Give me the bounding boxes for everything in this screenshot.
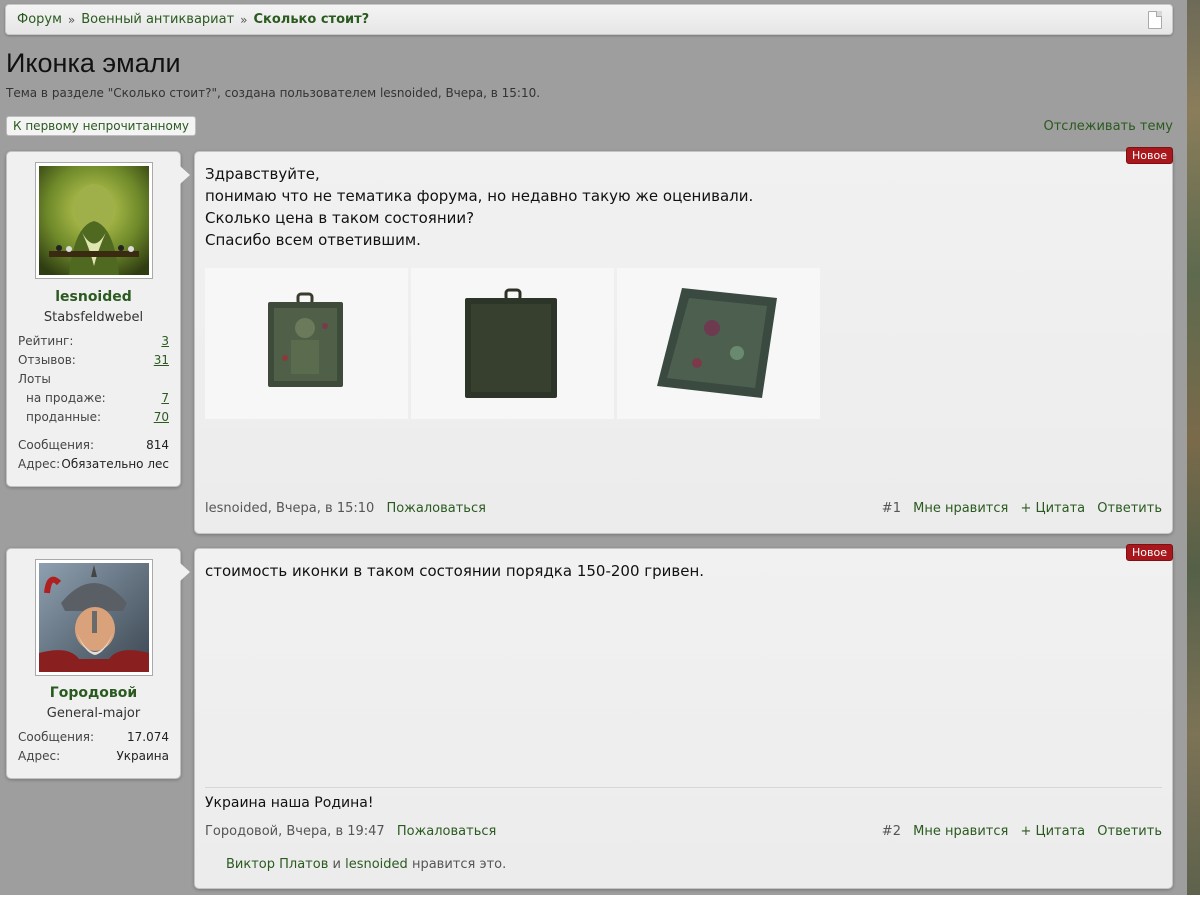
stat-label: Отзывов: — [18, 353, 76, 367]
attachment-thumbnail[interactable] — [617, 268, 820, 419]
new-badge: Новое — [1126, 147, 1173, 164]
report-link[interactable]: Пожаловаться — [386, 501, 486, 516]
likes-summary: Виктор Платов и lesnoided нравится это. — [226, 857, 506, 872]
stat-lots: Лоты — [18, 372, 169, 386]
stat-label: Сообщения: — [18, 730, 95, 744]
message-text: стоимость иконки в таком состоянии поряд… — [205, 560, 704, 582]
avatar[interactable] — [35, 559, 153, 676]
breadcrumb-separator: » — [240, 12, 248, 27]
likes-joiner: и — [332, 857, 341, 872]
stat-value[interactable]: 31 — [154, 353, 169, 367]
post-actions: #2 Мне нравится + Цитата Ответить — [874, 824, 1162, 839]
username[interactable]: lesnoided — [7, 289, 180, 305]
message-line: понимаю что не тематика форума, но недав… — [205, 187, 754, 205]
attachment-thumbnail[interactable] — [205, 268, 408, 419]
attachment-thumbnail[interactable] — [411, 268, 614, 419]
breadcrumb: Форум » Военный антиквариат » Сколько ст… — [5, 4, 1173, 35]
icon-photo-front — [205, 268, 408, 419]
report-link[interactable]: Пожаловаться — [397, 824, 497, 839]
first-unread-button[interactable]: К первому непрочитанному — [6, 116, 197, 136]
background-photo-edge — [1187, 0, 1200, 918]
quote-link[interactable]: + Цитата — [1020, 501, 1085, 516]
stat-label: Рейтинг: — [18, 334, 74, 348]
breadcrumb-forum[interactable]: Форум — [17, 12, 62, 27]
bottom-margin — [0, 895, 1200, 918]
new-badge: Новое — [1126, 544, 1173, 561]
page-icon[interactable] — [1148, 11, 1162, 29]
post-author-time[interactable]: lesnoided, Вчера, в 15:10 — [205, 501, 374, 516]
stat-address: Адрес: Обязательно лес — [18, 457, 169, 471]
post-number[interactable]: #1 — [882, 501, 901, 516]
post-number[interactable]: #2 — [882, 824, 901, 839]
like-link[interactable]: Мне нравится — [913, 824, 1008, 839]
stat-reviews: Отзывов: 31 — [18, 353, 169, 367]
stat-messages: Сообщения: 814 — [18, 438, 169, 452]
like-link[interactable]: Мне нравится — [913, 501, 1008, 516]
stat-value: 17.074 — [127, 730, 169, 744]
post-author-time[interactable]: Городовой, Вчера, в 19:47 — [205, 824, 385, 839]
stat-label: проданные: — [26, 410, 102, 424]
stat-value[interactable]: 7 — [161, 391, 169, 405]
stat-messages: Сообщения: 17.074 — [18, 730, 169, 744]
stat-sold: проданные: 70 — [26, 410, 169, 424]
breadcrumb-how-much[interactable]: Сколько стоит? — [254, 12, 370, 27]
stat-label: Адрес: — [18, 749, 61, 763]
icon-photo-angle — [617, 268, 820, 419]
reply-link[interactable]: Ответить — [1097, 824, 1162, 839]
signature-divider — [205, 787, 1162, 788]
liker-link[interactable]: Виктор Платов — [226, 857, 328, 872]
user-rank: General-major — [46, 706, 141, 721]
avatar-image-green-sage — [39, 166, 149, 275]
stat-label: Сообщения: — [18, 438, 95, 452]
message-line: стоимость иконки в таком состоянии поряд… — [205, 562, 705, 580]
stat-value[interactable]: 70 — [154, 410, 169, 424]
message-line: Сколько цена в таком состоянии? — [205, 209, 475, 227]
post-meta: Городовой, Вчера, в 19:47 Пожаловаться — [205, 824, 496, 839]
icon-photo-back — [411, 268, 614, 419]
likes-suffix: нравится это. — [411, 857, 507, 872]
stat-value: Обязательно лес — [61, 457, 169, 471]
watch-thread-link[interactable]: Отслеживать тему — [1044, 119, 1174, 134]
post-2: Новое стоимость иконки в таком состоянии… — [194, 544, 1173, 889]
reply-link[interactable]: Ответить — [1097, 501, 1162, 516]
breadcrumb-military-antiques[interactable]: Военный антиквариат — [81, 12, 234, 27]
stat-address: Адрес: Украина — [18, 749, 169, 763]
stat-label: на продаже: — [26, 391, 106, 405]
thread-title: Иконка эмали — [6, 48, 181, 78]
liker-link[interactable]: lesnoided — [345, 857, 408, 872]
stat-label: Адрес: — [18, 457, 61, 471]
stat-label: Лоты — [18, 372, 51, 386]
user-rank: Stabsfeldwebel — [43, 310, 144, 325]
signature-text: Украина наша Родина! — [205, 795, 374, 811]
breadcrumb-separator: » — [67, 12, 76, 27]
stat-value: Украина — [116, 749, 169, 763]
avatar-image-warrior — [39, 563, 149, 672]
thread-subtitle: Тема в разделе "Сколько стоит?", создана… — [6, 86, 541, 100]
post-1: Новое Здравствуйте, понимаю что не темат… — [194, 147, 1173, 534]
stat-on-sale: на продаже: 7 — [26, 391, 169, 405]
message-line: Здравствуйте, — [205, 165, 320, 183]
message-text: Здравствуйте, понимаю что не тематика фо… — [205, 163, 753, 251]
quote-link[interactable]: + Цитата — [1020, 824, 1085, 839]
stat-value[interactable]: 3 — [161, 334, 169, 348]
user-card-gorodovoy: Городовой General-major Сообщения: 17.07… — [6, 548, 190, 779]
username[interactable]: Городовой — [7, 685, 180, 701]
avatar[interactable] — [35, 162, 153, 279]
user-card-lesnoided: lesnoided Stabsfeldwebel Рейтинг: 3 Отзы… — [6, 151, 190, 487]
post-meta: lesnoided, Вчера, в 15:10 Пожаловаться — [205, 501, 486, 516]
post-actions: #1 Мне нравится + Цитата Ответить — [874, 501, 1162, 516]
message-line: Спасибо всем ответившим. — [205, 231, 421, 249]
stat-value: 814 — [146, 438, 169, 452]
stat-rating: Рейтинг: 3 — [18, 334, 169, 348]
